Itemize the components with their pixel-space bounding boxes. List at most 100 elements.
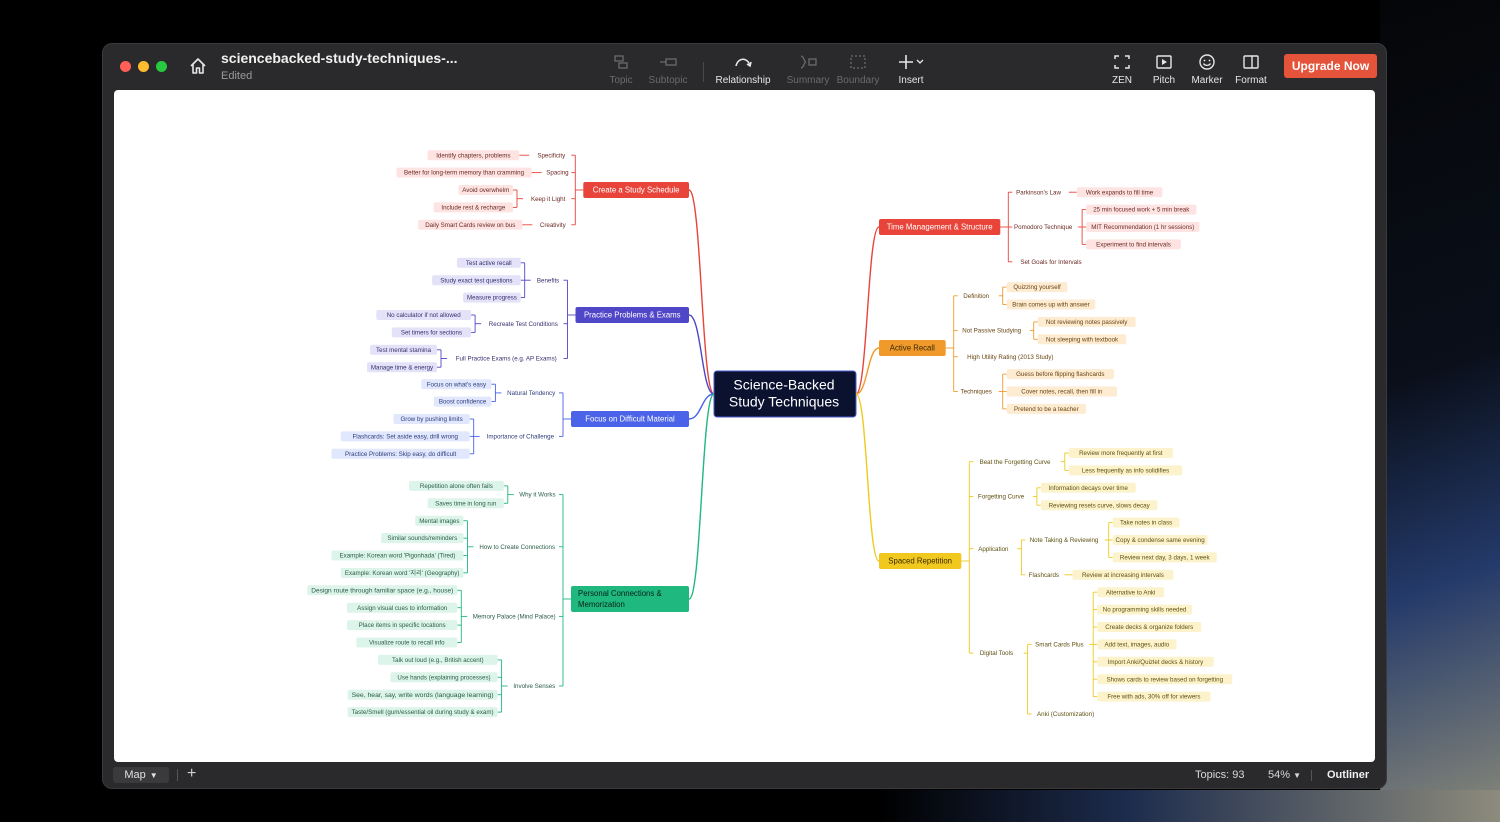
subtopic-natural-tendency: Natural Tendency — [507, 390, 556, 397]
status-bar: Map ▼ + Topics: 93 54% ▼ Outliner — [103, 763, 1386, 788]
status-divider — [177, 769, 178, 781]
zoom-level[interactable]: 54% ▼ — [1268, 769, 1301, 781]
leaf-topic-label: Review next day, 3 days, 1 week — [1120, 555, 1211, 562]
leaf-topic-label: Pretend to be a teacher — [1014, 406, 1079, 413]
leaf-topic-label: Visualize route to recall info — [369, 640, 445, 647]
main-topic-label: Active Recall — [890, 344, 935, 353]
toolbar-insert-button[interactable]: Insert — [871, 52, 951, 86]
zoom-window-button[interactable] — [156, 61, 167, 72]
leaf-topic-label: Boost confidence — [439, 399, 487, 406]
status-divider — [1311, 770, 1312, 781]
subtopic-why-it-works: Why it Works — [519, 492, 555, 499]
close-window-button[interactable] — [120, 61, 131, 72]
leaf-topic-label: Not reviewing notes passively — [1046, 319, 1128, 326]
leaf-topic-label: Daily Smart Cards review on bus — [425, 222, 515, 229]
outliner-button[interactable]: Outliner — [1327, 769, 1369, 781]
chevron-down-icon: ▼ — [1293, 771, 1302, 780]
leaf-topic-label: Design route through familiar space (e.g… — [311, 587, 453, 594]
view-mode-select[interactable]: Map ▼ — [113, 767, 169, 783]
toolbar-divider — [703, 62, 704, 82]
leaf-topic-label: Better for long-term memory than crammin… — [404, 170, 525, 177]
subtopic-beat-the-forgetting-curve: Beat the Forgetting Curve — [980, 459, 1051, 466]
main-topic-label: Focus on Difficult Material — [585, 415, 675, 424]
document-title[interactable]: sciencebacked-study-techniques-... — [221, 50, 458, 66]
leaf-topic-label: Example: Korean word '지리' (Geography) — [345, 569, 460, 577]
subtopic-involve-senses: Involve Senses — [513, 683, 555, 690]
subtopic-pomodoro-technique: Pomodoro Technique — [1014, 224, 1073, 231]
leaf-topic-label: Take notes in class — [1120, 520, 1172, 527]
leaf-topic-label: Use hands (explaining processes) — [397, 674, 490, 681]
leaf-topic-label: Shows cards to review based on forgettin… — [1106, 676, 1223, 683]
add-sheet-button[interactable]: + — [187, 765, 196, 783]
mindmap-canvas[interactable]: Science-Backed Study Techniques Create a S… — [114, 90, 1375, 762]
subtopic-memory-palace-mind-palace-: Memory Palace (Mind Palace) — [473, 614, 556, 621]
leaf-topic-label: Measure progress — [467, 295, 517, 302]
subtopic-high-utility-rating-study-: High Utility Rating (2013 Study) — [967, 354, 1053, 361]
group-topic: Anki (Customization) — [1037, 711, 1094, 718]
leaf-topic-label: Guess before flipping flashcards — [1016, 371, 1104, 378]
leaf-topic-label: Create decks & organize folders — [1105, 624, 1193, 631]
leaf-topic-label: Study exact test questions — [440, 277, 512, 284]
leaf-topic-label: Copy & condense same evening — [1116, 537, 1206, 544]
topic-count: Topics: 93 — [1195, 769, 1245, 781]
subtopic-techniques: Techniques — [961, 389, 992, 396]
leaf-topic-label: Similar sounds/reminders — [387, 535, 457, 542]
leaf-topic-label: Manage time & energy — [371, 364, 434, 371]
central-topic-line-2: Study Techniques — [729, 394, 839, 410]
leaf-topic-label: Experiment to find intervals — [1096, 242, 1171, 249]
leaf-topic-label: Not sleeping with textbook — [1046, 336, 1119, 343]
desktop-wallpaper-right — [1380, 0, 1500, 822]
subtopic-keep-it-light: Keep it Light — [531, 196, 566, 203]
main-topic-label: Practice Problems & Exams — [584, 311, 681, 320]
leaf-topic-label: Saves time in long run — [435, 500, 497, 507]
upgrade-button[interactable]: Upgrade Now — [1284, 54, 1377, 78]
leaf-topic-label: 25 min focused work + 5 min break — [1093, 207, 1190, 214]
subtopic-specificity: Specificity — [537, 152, 566, 159]
home-icon[interactable] — [188, 56, 208, 76]
zoom-value: 54% — [1268, 769, 1291, 781]
leaf-topic-label: Place items in specific locations — [359, 622, 446, 629]
minimize-window-button[interactable] — [138, 61, 149, 72]
subtopic-forgetting-curve: Forgetting Curve — [978, 494, 1025, 501]
subtopic-not-passive-studying: Not Passive Studying — [962, 328, 1021, 335]
toolbar-label: Format — [1235, 75, 1267, 86]
leaf-topic-label: Identify chapters, problems — [436, 152, 510, 159]
branch-line — [688, 393, 715, 600]
leaf-topic-label: Grow by pushing limits — [400, 416, 462, 423]
leaf-topic-label: Talk out loud (e.g., British accent) — [392, 657, 483, 664]
subtopic-digital-tools: Digital Tools — [980, 650, 1013, 657]
branch-line — [855, 393, 880, 562]
subtopic-importance-of-challenge: Importance of Challenge — [487, 434, 555, 441]
subtopic-icon — [628, 52, 708, 72]
leaf-topic-label: Set timers for sections — [401, 330, 462, 337]
branch-line — [688, 393, 715, 420]
leaf-topic-label: No programming skills needed — [1103, 607, 1187, 614]
leaf-topic-label: Test active recall — [466, 260, 512, 267]
group-topic: Flashcards — [1029, 572, 1059, 579]
leaf-topic-label: Focus on what's easy — [427, 381, 487, 388]
subtopic-set-goals-for-intervals: Set Goals for Intervals — [1020, 259, 1081, 266]
toolbar-subtopic-button[interactable]: Subtopic — [628, 52, 708, 86]
toolbar-label: Insert — [898, 75, 924, 86]
leaf-topic-label: See, hear, say, write words (language le… — [352, 692, 494, 699]
leaf-topic-label: Reviewing resets curve, slows decay — [1049, 502, 1151, 509]
main-topic-label: Create a Study Schedule — [593, 186, 680, 195]
subtopic-benefits: Benefits — [537, 277, 559, 284]
leaf-topic-label: Review more frequently at first — [1079, 450, 1163, 457]
desktop-wallpaper-bottom — [880, 790, 1500, 822]
leaf-topic-label: Include rest & recharge — [441, 205, 506, 212]
leaf-topic-label: Taste/Smell (gum/essential oil during st… — [352, 709, 494, 716]
subtopic-spacing: Spacing — [546, 170, 569, 177]
leaf-topic-label: Import Anki/Quizlet decks & history — [1108, 659, 1205, 666]
toolbar-format-button[interactable]: Format — [1221, 52, 1281, 86]
branch-line — [688, 189, 715, 395]
leaf-topic-label: No calculator if not allowed — [387, 312, 462, 319]
leaf-topic-label: Less frequently as info solidifies — [1082, 468, 1169, 475]
subtopic-application: Application — [978, 546, 1009, 553]
format-panel-icon — [1221, 52, 1281, 72]
leaf-topic-label: Assign visual cues to information — [357, 605, 448, 612]
subtopic-recreate-test-conditions: Recreate Test Conditions — [489, 321, 558, 328]
leaf-topic-label: Flashcards: Set aside easy, drill wrong — [353, 434, 459, 441]
leaf-topic-label: Mental images — [419, 518, 459, 525]
subtopic-parkinson-s-law: Parkinson's Law — [1016, 189, 1061, 196]
